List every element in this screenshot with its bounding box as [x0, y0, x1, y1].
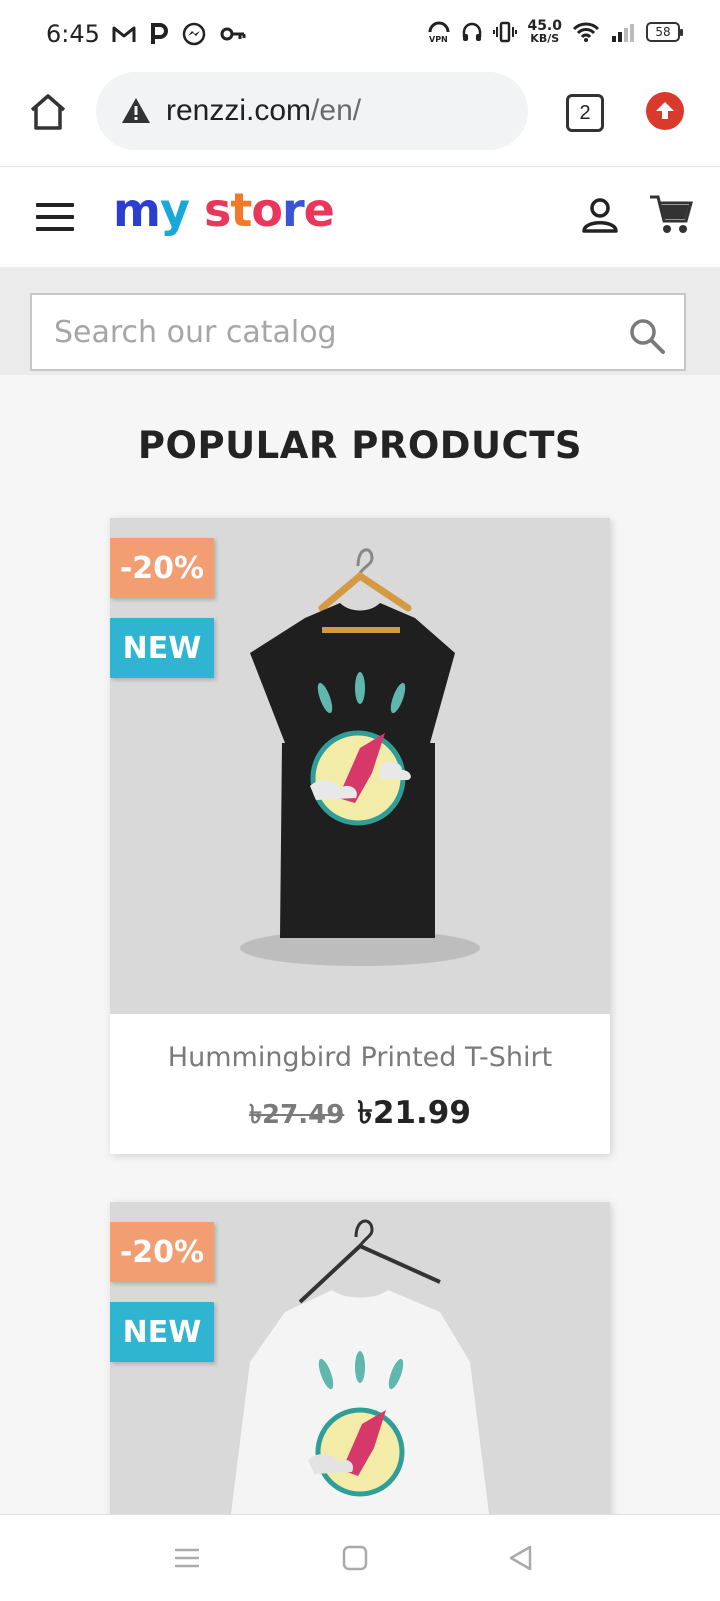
- logo-letter: m: [113, 183, 161, 237]
- home-nav-icon[interactable]: [340, 1543, 370, 1573]
- search-box: [30, 293, 686, 371]
- logo-letter: e: [303, 183, 335, 237]
- price-row: ৳27.49 ৳21.99: [110, 1089, 610, 1141]
- menu-icon[interactable]: [36, 203, 74, 231]
- url-path: /en/: [311, 94, 362, 127]
- logo-letter: o: [251, 183, 283, 237]
- menu-nav-icon[interactable]: [172, 1543, 202, 1573]
- vibrate-icon: [493, 21, 518, 43]
- status-time: 6:45: [46, 20, 100, 48]
- product-card[interactable]: -20% NEW: [110, 1202, 610, 1522]
- svg-text:VPN: VPN: [429, 35, 448, 44]
- product-image[interactable]: -20% NEW: [110, 1202, 610, 1522]
- status-bar: 6:45 VPN 45.0 KB/S 58: [0, 0, 720, 70]
- store-header: my store: [0, 167, 720, 267]
- discount-badge: -20%: [110, 1222, 214, 1282]
- logo-letter: y: [159, 183, 190, 237]
- section-title: POPULAR PRODUCTS: [137, 424, 583, 467]
- account-icon[interactable]: [580, 195, 620, 235]
- system-navigation-bar: [0, 1514, 720, 1601]
- update-button[interactable]: [646, 92, 684, 130]
- home-icon[interactable]: [26, 90, 70, 134]
- logo-letter: s: [203, 183, 231, 237]
- messenger-icon: [182, 22, 206, 46]
- arrow-up-icon: [656, 102, 674, 119]
- regular-price: ৳27.49: [249, 1100, 345, 1130]
- logo-letter: r: [281, 183, 305, 237]
- p-icon: [151, 23, 168, 44]
- new-badge: NEW: [110, 618, 214, 678]
- network-speed-unit: KB/S: [530, 32, 560, 45]
- url-host: renzzi.com: [166, 94, 312, 127]
- gmail-icon: [112, 26, 136, 42]
- system-icons: VPN 45.0 KB/S 58: [427, 19, 683, 45]
- vpn-icon: VPN: [428, 21, 450, 44]
- key-icon: [220, 27, 246, 41]
- discount-badge: -20%: [110, 538, 214, 598]
- product-name[interactable]: Hummingbird Printed T-Shirt: [110, 1042, 610, 1073]
- store-logo[interactable]: my store: [113, 183, 335, 237]
- new-badge: NEW: [110, 1302, 214, 1362]
- browser-toolbar: renzzi.com/en/ 2: [0, 70, 720, 167]
- logo-letter: t: [230, 183, 252, 237]
- tab-switcher-button[interactable]: 2: [566, 94, 604, 132]
- cart-icon[interactable]: [648, 191, 694, 237]
- search-section: [0, 267, 720, 375]
- back-nav-icon[interactable]: [506, 1543, 536, 1573]
- headset-icon: [463, 22, 482, 41]
- warning-icon[interactable]: [120, 95, 152, 127]
- signal-icon: [612, 24, 634, 42]
- battery-icon: 58: [646, 22, 683, 42]
- address-bar[interactable]: renzzi.com/en/: [96, 72, 528, 150]
- wifi-icon: [572, 22, 600, 42]
- product-card[interactable]: -20% NEW Hummingbird Printed T-Shirt ৳27…: [110, 518, 610, 1154]
- logo-letter: [189, 183, 204, 237]
- search-icon[interactable]: [628, 317, 666, 355]
- sale-price: ৳21.99: [357, 1095, 471, 1131]
- product-image[interactable]: -20% NEW: [110, 518, 610, 1014]
- url-text: renzzi.com/en/: [166, 94, 361, 128]
- network-speed: 45.0 KB/S: [527, 19, 562, 45]
- notification-icons: [112, 22, 246, 46]
- search-input[interactable]: [52, 313, 616, 351]
